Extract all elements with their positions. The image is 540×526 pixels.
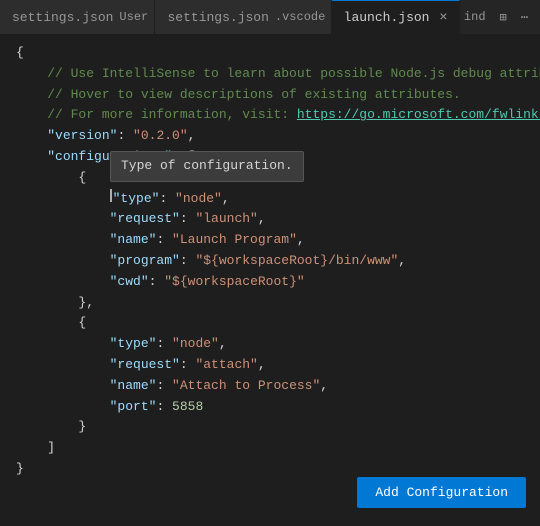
- code-line: {: [0, 313, 540, 334]
- tab-bar-right: ind ⊞ ⋯: [460, 0, 540, 34]
- code-key: "port": [110, 397, 157, 418]
- code-comment: // Use IntelliSense to learn about possi…: [16, 64, 540, 85]
- indent-indicator: ind: [460, 8, 490, 26]
- code-line: ]: [0, 438, 540, 459]
- code-line: "type": "node",: [0, 334, 540, 355]
- code-key: "request": [110, 355, 180, 376]
- code-link[interactable]: https://go.microsoft.com/fwlink/?li: [297, 105, 540, 126]
- code-line: },: [0, 293, 540, 314]
- tab-label-launch-json: launch.json: [344, 10, 430, 25]
- code-text: {: [16, 43, 24, 64]
- code-line: "type": "node",: [0, 189, 540, 210]
- code-value: "attach": [195, 355, 257, 376]
- code-line: "port": 5858: [0, 397, 540, 418]
- editor-area: { // Use IntelliSense to learn about pos…: [0, 35, 540, 526]
- code-line: "name": "Launch Program",: [0, 230, 540, 251]
- code-comment: // Hover to view descriptions of existin…: [16, 85, 461, 106]
- code-value: "node": [175, 189, 222, 210]
- code-key: "request": [110, 209, 180, 230]
- code-line: // Hover to view descriptions of existin…: [0, 85, 540, 106]
- tab-suffix-settings-vscode: .vscode: [275, 10, 325, 24]
- code-content: { // Use IntelliSense to learn about pos…: [0, 35, 540, 488]
- code-value: "${workspaceRoot}": [164, 272, 304, 293]
- tab-suffix-settings-user: User: [119, 10, 148, 24]
- cursor-indicator: [110, 189, 112, 202]
- code-text: [16, 126, 47, 147]
- code-value: "Attach to Process": [172, 376, 320, 397]
- code-value: "launch": [195, 209, 257, 230]
- code-key: "type": [110, 334, 157, 355]
- code-key: "version": [47, 126, 117, 147]
- tab-close-launch-json[interactable]: ×: [435, 10, 451, 26]
- code-line: }: [0, 417, 540, 438]
- tab-settings-vscode[interactable]: settings.json .vscode: [155, 0, 331, 34]
- code-value: "${workspaceRoot}/bin/www": [195, 251, 398, 272]
- code-value: "0.2.0": [133, 126, 188, 147]
- code-key: "type": [113, 189, 160, 210]
- split-editor-icon[interactable]: ⊞: [496, 8, 511, 27]
- tooltip-text: Type of configuration.: [121, 158, 293, 173]
- code-line: "request": "launch",: [0, 209, 540, 230]
- code-line: "name": "Attach to Process",: [0, 376, 540, 397]
- tab-launch-json[interactable]: launch.json ×: [332, 0, 460, 34]
- tab-label-settings-user: settings.json: [12, 10, 113, 25]
- code-line: "version": "0.2.0",: [0, 126, 540, 147]
- code-key: "cwd": [110, 272, 149, 293]
- tab-bar: settings.json User settings.json .vscode…: [0, 0, 540, 35]
- code-key: "name": [110, 376, 157, 397]
- code-line: {: [0, 43, 540, 64]
- tab-label-settings-vscode: settings.json: [167, 10, 268, 25]
- tab-settings-user[interactable]: settings.json User: [0, 0, 155, 34]
- add-configuration-button[interactable]: Add Configuration: [357, 477, 526, 508]
- code-value: "node": [172, 334, 219, 355]
- code-line: "cwd": "${workspaceRoot}": [0, 272, 540, 293]
- code-comment: // For more information, visit:: [16, 105, 297, 126]
- code-key: "program": [110, 251, 180, 272]
- code-line: // For more information, visit: https://…: [0, 105, 540, 126]
- code-value: "Launch Program": [172, 230, 297, 251]
- code-line: // Use IntelliSense to learn about possi…: [0, 64, 540, 85]
- code-line: "program": "${workspaceRoot}/bin/www",: [0, 251, 540, 272]
- code-value: 5858: [172, 397, 203, 418]
- code-key: "name": [110, 230, 157, 251]
- code-line: "request": "attach",: [0, 355, 540, 376]
- tooltip: Type of configuration.: [110, 151, 304, 182]
- more-actions-icon[interactable]: ⋯: [517, 8, 532, 27]
